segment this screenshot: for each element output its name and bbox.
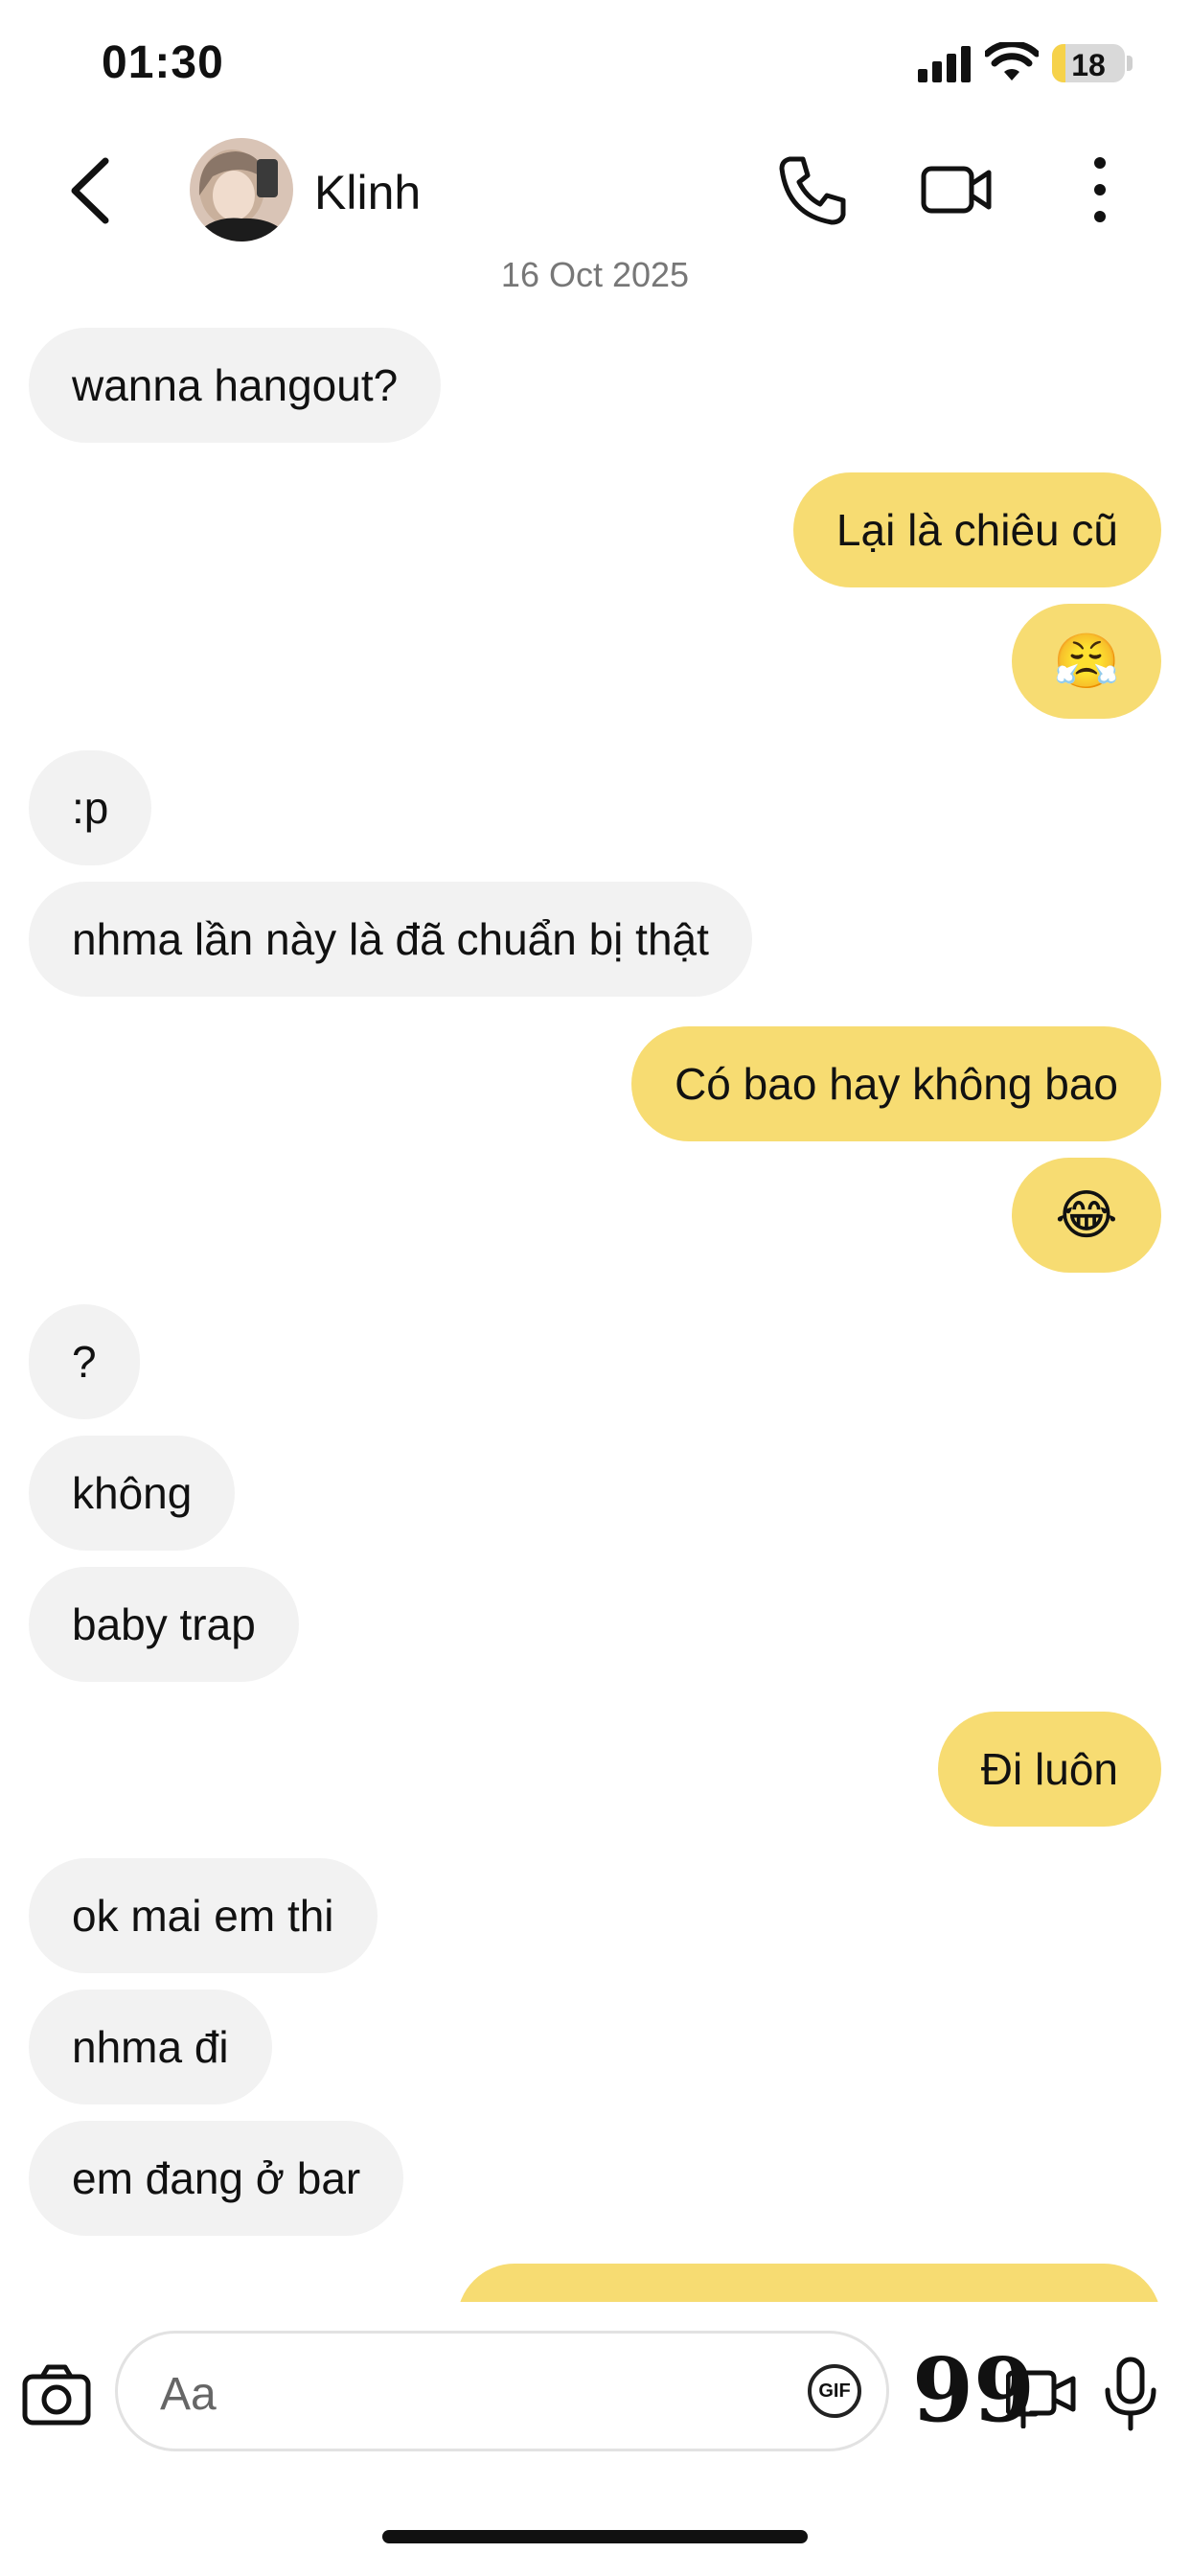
message-outgoing-emoji[interactable]: 😂 — [1012, 1158, 1161, 1273]
message-outgoing[interactable]: Đi luôn — [937, 1712, 1161, 1827]
message-outgoing[interactable]: Có bao hay không bao — [631, 1026, 1161, 1141]
battery-icon: 18 — [1052, 44, 1125, 82]
phone-icon[interactable] — [774, 151, 851, 228]
battery-nub — [1127, 56, 1133, 71]
more-vertical-icon[interactable] — [1062, 151, 1138, 228]
message-incoming[interactable]: em đang ở bar — [29, 2121, 404, 2236]
message-input-placeholder: Aa — [160, 2369, 217, 2420]
video-message-icon[interactable] — [1006, 2358, 1077, 2428]
cellular-signal-icon — [918, 46, 971, 82]
battery-level: 18 — [1071, 48, 1106, 82]
status-bar: 01:30 18 — [0, 0, 1190, 125]
status-time: 01:30 — [102, 37, 224, 88]
camera-icon[interactable] — [21, 2359, 92, 2430]
avatar-photo — [190, 138, 293, 242]
home-indicator — [382, 2530, 808, 2543]
video-camera-icon[interactable] — [918, 151, 995, 228]
message-incoming[interactable]: :p — [29, 750, 152, 865]
chevron-left-icon[interactable] — [57, 148, 125, 234]
message-outgoing[interactable]: Lại là chiêu cũ — [792, 472, 1161, 587]
message-incoming[interactable]: ok mai em thi — [29, 1858, 378, 1973]
message-incoming[interactable]: nhma đi — [29, 1990, 272, 2104]
date-separator: 16 Oct 2025 — [500, 255, 690, 294]
message-list-clip — [0, 2242, 1190, 2302]
avatar[interactable] — [190, 138, 293, 242]
message-incoming[interactable]: baby trap — [29, 1567, 299, 1682]
message-incoming[interactable]: ? — [29, 1304, 140, 1419]
message-incoming[interactable]: wanna hangout? — [29, 328, 442, 443]
message-incoming[interactable]: nhma lần này là đã chuẩn bị thật — [29, 882, 752, 997]
wifi-icon — [985, 42, 1039, 80]
message-outgoing-partial[interactable] — [457, 2264, 1161, 2302]
message-outgoing-emoji[interactable]: 😤 — [1012, 604, 1161, 719]
microphone-icon[interactable] — [1102, 2356, 1159, 2432]
chat-header: Klinh — [0, 134, 1190, 249]
message-input[interactable]: Aa GIF — [115, 2331, 889, 2451]
gif-icon[interactable]: GIF — [808, 2364, 861, 2418]
message-incoming[interactable]: không — [29, 1436, 236, 1551]
message-composer: Aa GIF 99 — [0, 2317, 1190, 2471]
contact-name[interactable]: Klinh — [314, 165, 421, 220]
